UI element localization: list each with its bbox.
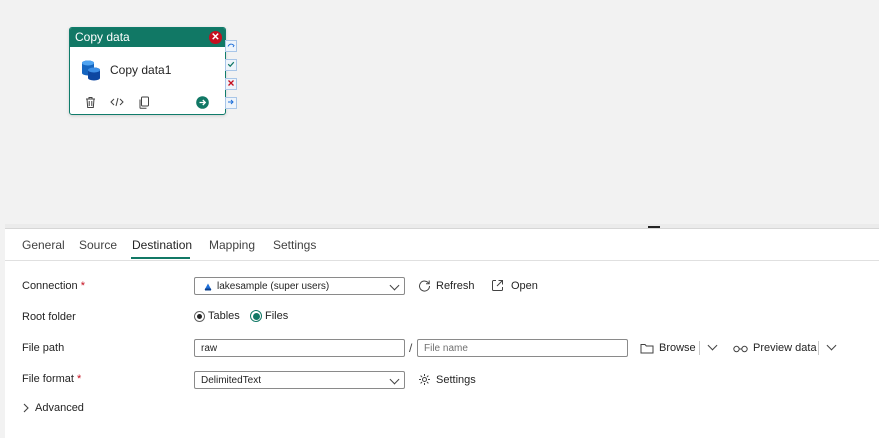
connection-label: Connection * [22, 280, 85, 292]
browse-label: Browse [659, 342, 696, 354]
connection-value: lakesample (super users) [217, 281, 330, 292]
refresh-label: Refresh [436, 279, 475, 292]
file-path-label: File path [22, 342, 65, 354]
radio-tables-circle [194, 310, 205, 322]
code-icon[interactable] [110, 95, 124, 109]
root-folder-label: Root folder [22, 311, 76, 323]
tab-settings[interactable]: Settings [273, 238, 316, 252]
tab-source[interactable]: Source [79, 238, 117, 252]
file-name-placeholder: File name [424, 343, 468, 354]
success-port-icon[interactable] [225, 59, 237, 71]
format-settings-label: Settings [436, 373, 476, 386]
tab-general[interactable]: General [22, 238, 65, 252]
tabs-divider [5, 260, 879, 261]
close-icon[interactable]: ✕ [209, 31, 222, 44]
browse-button[interactable]: Browse [640, 342, 696, 354]
radio-files-dot [252, 312, 260, 320]
required-mark: * [80, 280, 85, 292]
open-label: Open [511, 279, 538, 292]
splitter-handle[interactable] [648, 226, 660, 228]
activity-header: Copy data ✕ [70, 28, 225, 47]
file-format-label-text: File format [22, 373, 74, 385]
left-strip [0, 224, 5, 438]
arrow-right-circle-icon[interactable] [195, 95, 209, 109]
radio-files[interactable]: Files [250, 310, 288, 322]
activity-type-label: Copy data [75, 30, 130, 44]
file-format-select[interactable]: DelimitedText [194, 371, 405, 389]
radio-tables-dot [197, 313, 202, 319]
connection-select[interactable]: lakesample (super users) [194, 277, 405, 295]
open-external-icon [492, 280, 503, 291]
lakehouse-icon [204, 283, 212, 291]
copy-data-icon [82, 60, 100, 81]
radio-tables[interactable]: Tables [194, 310, 240, 322]
chevron-down-icon [389, 280, 400, 291]
radio-tables-label: Tables [208, 310, 240, 322]
fail-port-icon[interactable] [225, 78, 237, 90]
connection-label-text: Connection [22, 280, 78, 292]
copy-icon[interactable] [137, 95, 151, 109]
browse-chevron-down-icon[interactable] [707, 340, 718, 351]
path-separator: / [409, 341, 413, 355]
format-settings-button[interactable]: Settings [418, 373, 476, 386]
glasses-icon [733, 345, 748, 352]
active-tab-indicator [131, 257, 190, 259]
file-name-input[interactable]: File name [417, 339, 628, 357]
required-mark: * [77, 373, 82, 385]
preview-divider [818, 341, 819, 355]
trash-icon[interactable] [83, 95, 97, 109]
radio-files-circle [250, 310, 262, 322]
activity-name: Copy data1 [110, 63, 172, 77]
advanced-label: Advanced [35, 402, 84, 414]
folder-icon [640, 343, 654, 353]
refresh-icon [419, 280, 431, 292]
preview-chevron-down-icon[interactable] [826, 340, 837, 351]
tab-destination[interactable]: Destination [132, 238, 192, 252]
tab-mapping[interactable]: Mapping [209, 238, 255, 252]
activity-toolbar [83, 95, 213, 111]
browse-divider [699, 341, 700, 355]
radio-files-label: Files [265, 310, 289, 322]
preview-data-button[interactable]: Preview data [733, 342, 817, 354]
file-format-value: DelimitedText [201, 375, 262, 386]
completion-port-icon[interactable] [225, 97, 237, 109]
chevron-down-icon [389, 374, 400, 385]
skip-port-icon[interactable] [225, 40, 237, 52]
copy-data-activity[interactable]: Copy data ✕ Copy data1 [69, 27, 226, 115]
folder-path-input[interactable]: raw [194, 339, 405, 357]
open-button[interactable]: Open [491, 279, 538, 292]
gear-icon [419, 374, 430, 385]
file-format-label: File format * [22, 373, 81, 385]
refresh-button[interactable]: Refresh [418, 279, 475, 292]
chevron-right-icon [23, 403, 29, 413]
preview-data-label: Preview data [753, 342, 817, 354]
folder-path-value: raw [201, 343, 218, 354]
advanced-toggle[interactable]: Advanced [22, 402, 84, 414]
panel-splitter[interactable] [5, 224, 879, 229]
